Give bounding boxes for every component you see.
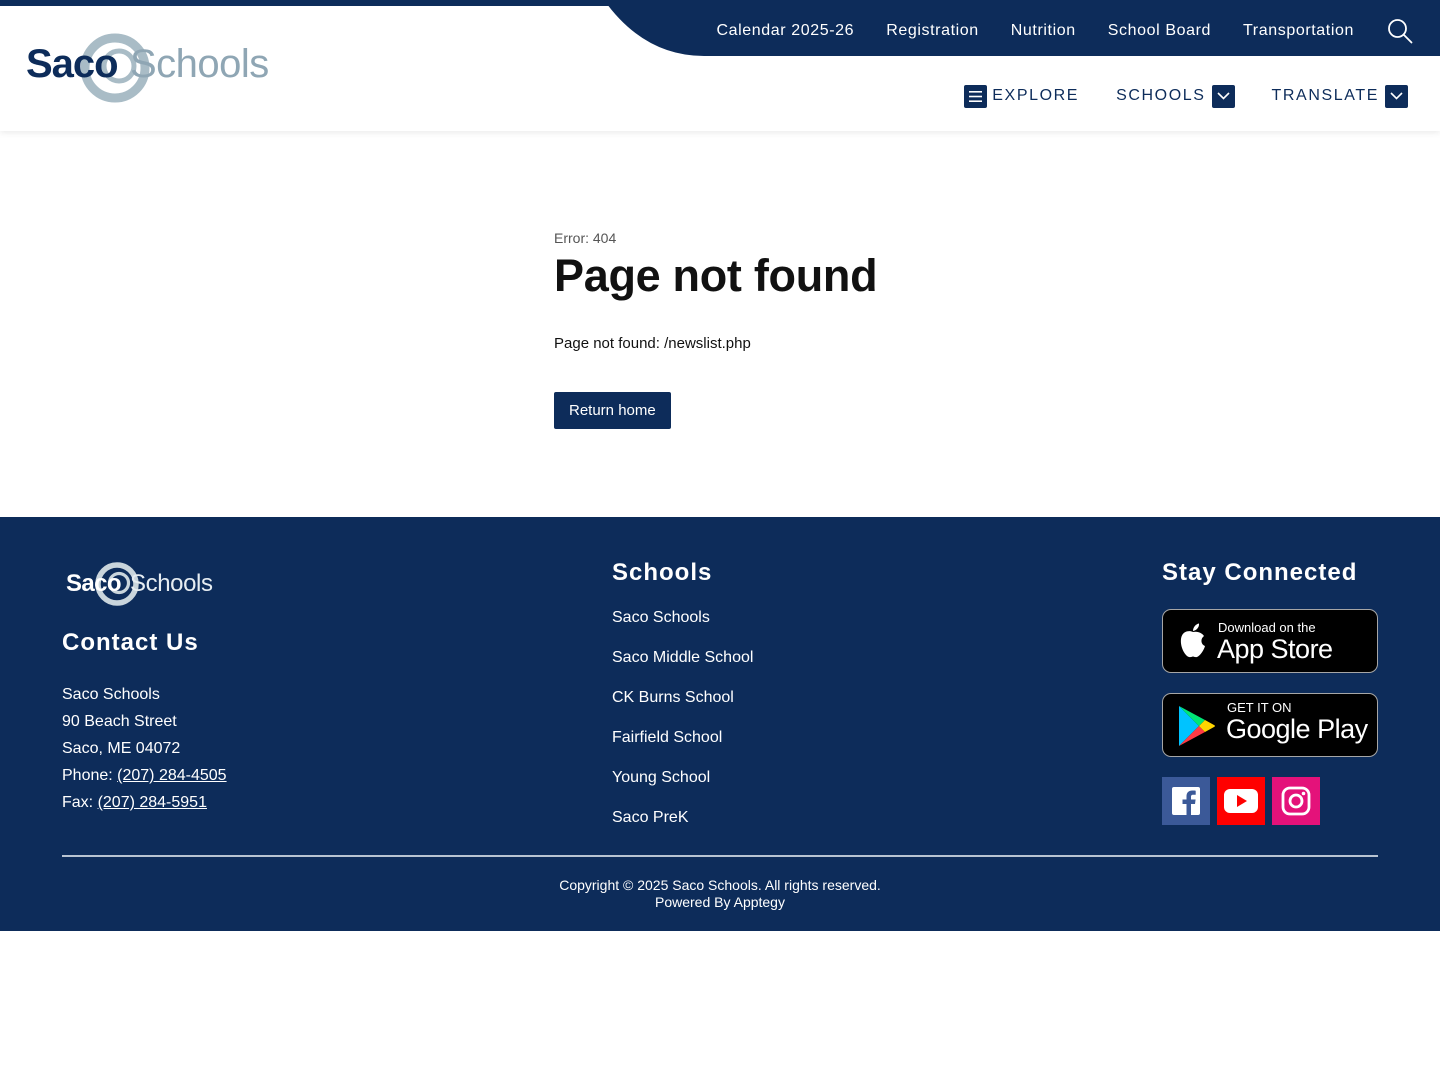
site-logo[interactable]: Saco Schools [24,30,269,103]
google-play-badge[interactable]: GET IT ON Google Play [1162,693,1378,757]
phone-label: Phone: [62,767,118,784]
facebook-icon [1172,787,1200,815]
search-icon [1388,19,1413,44]
school-link-saco-middle[interactable]: Saco Middle School [612,648,753,668]
youtube-link[interactable] [1217,777,1265,825]
utility-nav: Calendar 2025-26 Registration Nutrition … [716,6,1440,56]
school-link-saco-schools[interactable]: Saco Schools [612,608,753,628]
facebook-link[interactable] [1162,777,1210,825]
utility-link-transportation[interactable]: Transportation [1243,22,1354,40]
schools-heading: Schools [612,559,713,586]
contact-street: 90 Beach Street [62,713,177,730]
phone-link[interactable]: (207) 284-4505 [117,767,226,784]
main-nav: EXPLORE SCHOOLS TRANSLATE [927,84,1408,108]
schools-label: SCHOOLS [1116,87,1206,104]
school-link-saco-prek[interactable]: Saco PreK [612,808,753,828]
school-link-fairfield[interactable]: Fairfield School [612,728,753,748]
chevron-down-icon [1385,84,1408,108]
schools-dropdown-button[interactable]: SCHOOLS [1116,84,1235,108]
contact-phone-line: Phone: (207) 284-4505 [62,762,227,789]
instagram-icon [1281,786,1311,816]
app-store-small-text: Download on the [1218,620,1316,635]
site-footer: Saco Schools Contact Us Saco Schools 90 … [0,517,1440,931]
school-link-young[interactable]: Young School [612,768,753,788]
translate-label: TRANSLATE [1271,87,1379,104]
youtube-icon [1224,789,1258,813]
page-title: Page not found [554,250,878,301]
social-links [1162,777,1327,825]
footer-logo[interactable]: Saco Schools [64,561,214,609]
chevron-down-icon [1211,84,1235,108]
contact-name: Saco Schools [62,686,160,703]
schools-list: Saco Schools Saco Middle School CK Burns… [612,608,753,848]
footer-copyright: Copyright © 2025 Saco Schools. All right… [0,877,1440,911]
explore-menu-button[interactable]: EXPLORE [964,84,1080,108]
powered-by-link[interactable]: Powered By Apptegy [0,894,1440,911]
fax-label: Fax: [62,794,98,811]
copyright-text: Copyright © 2025 Saco Schools. All right… [559,877,881,893]
logo-text-saco: Saco [26,42,119,86]
google-play-small-text: GET IT ON [1227,700,1292,715]
fax-link[interactable]: (207) 284-5951 [98,794,207,811]
contact-fax-line: Fax: (207) 284-5951 [62,789,227,816]
translate-dropdown-button[interactable]: TRANSLATE [1271,84,1408,108]
school-link-ck-burns[interactable]: CK Burns School [612,688,753,708]
logo-text-schools: Schools [130,42,269,86]
error-content: Error: 404 Page not found Page not found… [554,230,1154,429]
footer-logo-text-schools: Schools [130,570,213,597]
contact-city: Saco, ME 04072 [62,740,181,757]
error-code: Error: 404 [554,230,617,246]
footer-divider [62,855,1378,857]
site-header: Calendar 2025-26 Registration Nutrition … [0,0,1440,131]
app-store-badge[interactable]: Download on the App Store [1162,609,1378,673]
error-message: Page not found: /newslist.php [554,335,751,352]
menu-icon [964,84,988,108]
stay-connected-heading: Stay Connected [1162,559,1358,586]
search-button[interactable] [1386,17,1414,45]
contact-info: Saco Schools 90 Beach Street Saco, ME 04… [62,681,227,816]
explore-label: EXPLORE [992,87,1080,104]
google-play-icon [1179,706,1215,746]
footer-logo-text-saco: Saco [66,570,122,597]
instagram-link[interactable] [1272,777,1320,825]
google-play-big-text: Google Play [1226,714,1368,744]
utility-link-registration[interactable]: Registration [886,22,979,40]
return-home-button[interactable]: Return home [554,392,671,429]
utility-link-nutrition[interactable]: Nutrition [1011,22,1076,40]
app-store-big-text: App Store [1217,634,1333,664]
utility-link-calendar[interactable]: Calendar 2025-26 [716,22,854,40]
utility-link-school-board[interactable]: School Board [1108,22,1211,40]
contact-heading: Contact Us [62,629,199,656]
apple-icon [1180,623,1205,658]
